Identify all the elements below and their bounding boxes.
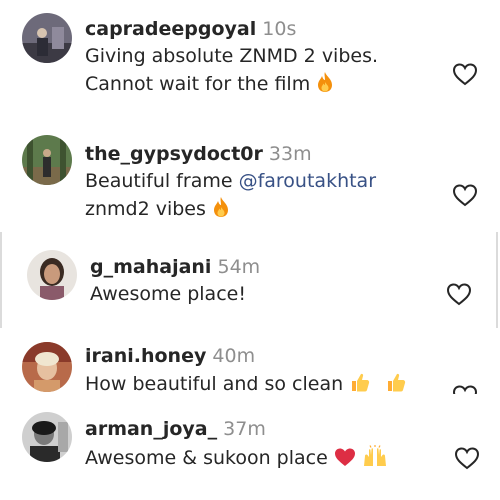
raised-hands-icon — [362, 445, 388, 475]
like-heart-icon[interactable] — [452, 62, 478, 86]
like-heart-icon[interactable] — [452, 384, 478, 394]
like-heart-icon[interactable] — [446, 282, 472, 306]
comment-line: Awesome place! — [90, 283, 246, 305]
comment-header: capradeepgoyal 10s — [85, 17, 296, 41]
like-heart-icon[interactable] — [454, 446, 480, 470]
comment-line: How beautiful and so clean — [85, 370, 407, 401]
thumbs-up-icon — [349, 371, 371, 401]
comment-line-text: Awesome & sukoon place — [85, 447, 328, 469]
comment-item: irani.honey 40m How beautiful and so cle… — [0, 332, 500, 402]
mention-link[interactable]: @faroutakhtar — [239, 170, 376, 192]
comment-text: How beautiful and so clean — [85, 370, 407, 401]
timestamp: 33m — [268, 143, 312, 165]
comment-line-2: Cannot wait for the film — [85, 70, 378, 101]
comment-text: Beautiful frame @faroutakhtar znmd2 vibe… — [85, 167, 376, 226]
comment-text: Giving absolute ZNMD 2 vibes. Cannot wai… — [85, 42, 378, 101]
avatar[interactable] — [22, 342, 72, 392]
like-heart-icon[interactable] — [452, 183, 478, 207]
fire-icon — [212, 196, 230, 226]
username[interactable]: the_gypsydoct0r — [85, 143, 263, 165]
comment-line-text: Beautiful frame — [85, 170, 239, 192]
comment-line: Giving absolute ZNMD 2 vibes. — [85, 45, 379, 67]
timestamp: 10s — [262, 18, 297, 40]
username[interactable]: g_mahajani — [90, 256, 211, 278]
comment-line-2: znmd2 vibes — [85, 195, 376, 226]
avatar[interactable] — [22, 13, 72, 63]
comment-header: irani.honey 40m — [85, 344, 255, 368]
comment-text: Awesome place! — [90, 280, 246, 308]
username[interactable]: irani.honey — [85, 345, 206, 367]
comment-item: capradeepgoyal 10s Giving absolute ZNMD … — [0, 0, 500, 110]
username[interactable]: arman_joya_ — [85, 418, 217, 440]
username[interactable]: capradeepgoyal — [85, 18, 256, 40]
comment-line-text: znmd2 vibes — [85, 198, 206, 220]
red-heart-icon — [334, 447, 356, 475]
fire-icon — [316, 71, 334, 101]
comment-item: the_gypsydoct0r 33m Beautiful frame @far… — [0, 125, 500, 235]
comment-text: Awesome & sukoon place — [85, 444, 388, 475]
thumbs-up-icon — [385, 371, 407, 401]
comments-panel: capradeepgoyal 10s Giving absolute ZNMD … — [0, 0, 500, 500]
avatar[interactable] — [22, 135, 72, 185]
comment-line-text: How beautiful and so clean — [85, 373, 344, 395]
avatar[interactable] — [22, 412, 72, 462]
timestamp: 37m — [223, 418, 266, 440]
comment-header: g_mahajani 54m — [90, 255, 260, 279]
timestamp: 54m — [217, 256, 261, 278]
comment-item: arman_joya_ 37m Awesome & sukoon place — [0, 402, 500, 500]
avatar[interactable] — [27, 250, 77, 300]
comment-line: Awesome & sukoon place — [85, 444, 388, 475]
comment-item: g_mahajani 54m Awesome place! — [0, 240, 500, 330]
comment-header: the_gypsydoct0r 33m — [85, 142, 312, 166]
comment-line: Beautiful frame @faroutakhtar — [85, 167, 376, 195]
comment-line-text: Cannot wait for the film — [85, 73, 311, 95]
timestamp: 40m — [212, 345, 256, 367]
comment-header: arman_joya_ 37m — [85, 417, 266, 441]
